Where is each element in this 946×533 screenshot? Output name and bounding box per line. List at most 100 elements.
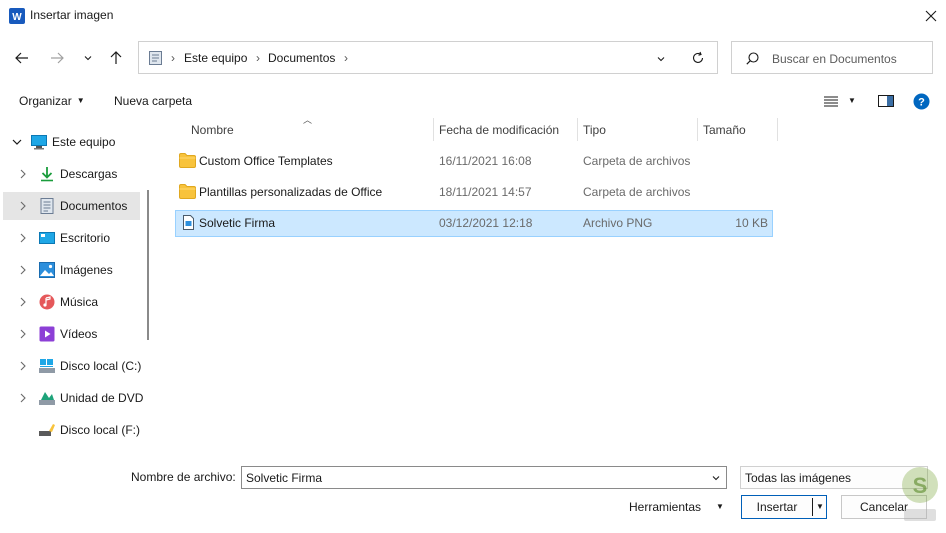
sidebar-item-disco-f[interactable]: Disco local (F:) — [3, 416, 140, 444]
sort-ascending-icon: ︿ — [303, 115, 313, 125]
file-row-custom-office-templates[interactable]: Custom Office Templates 16/11/2021 16:08… — [175, 148, 773, 175]
column-divider[interactable] — [433, 118, 434, 141]
preview-pane-icon[interactable] — [878, 95, 894, 107]
computer-icon — [31, 135, 47, 150]
organize-label: Organizar — [19, 94, 72, 108]
arrow-up-icon — [110, 51, 122, 64]
sidebar-item-videos[interactable]: Vídeos — [3, 320, 140, 348]
sidebar-item-disco-c[interactable]: Disco local (C:) — [3, 352, 142, 380]
split-divider — [812, 498, 813, 516]
chevron-right-icon: › — [171, 51, 175, 65]
svg-text:W: W — [12, 12, 22, 23]
file-date: 16/11/2021 16:08 — [439, 154, 532, 168]
up-button[interactable] — [105, 47, 127, 69]
filename-label: Nombre de archivo: — [131, 470, 236, 484]
filename-input[interactable]: Solvetic Firma — [246, 471, 322, 485]
sidebar-item-label: Este equipo — [52, 135, 116, 149]
sidebar-item-label: Imágenes — [60, 263, 113, 277]
sidebar-item-descargas[interactable]: Descargas — [3, 160, 140, 188]
column-divider[interactable] — [697, 118, 698, 141]
file-type-filter-value: Todas las imágenes — [745, 471, 852, 485]
new-folder-label: Nueva carpeta — [114, 94, 193, 108]
insert-button[interactable]: Insertar ▼ — [741, 495, 827, 519]
documents-icon — [149, 51, 162, 65]
title-bar: W Insertar imagen — [0, 0, 946, 32]
close-icon[interactable] — [921, 6, 941, 26]
column-header-type[interactable]: Tipo — [583, 123, 606, 137]
sidebar-item-escritorio[interactable]: Escritorio — [3, 224, 140, 252]
solvetic-logo-watermark: S — [902, 467, 938, 521]
sidebar-scrollbar[interactable] — [147, 190, 149, 340]
sidebar-item-imagenes[interactable]: Imágenes — [3, 256, 140, 284]
chevron-right-icon[interactable] — [17, 167, 29, 181]
chevron-down-icon[interactable] — [11, 135, 23, 149]
column-header-size[interactable]: Tamaño — [703, 123, 746, 137]
word-app-icon: W — [9, 8, 25, 24]
refresh-icon[interactable] — [691, 51, 705, 65]
sidebar-item-label: Música — [60, 295, 99, 309]
breadcrumb-este-equipo[interactable]: Este equipo — [184, 51, 247, 65]
chevron-right-icon[interactable] — [17, 231, 29, 245]
chevron-down-icon[interactable] — [656, 54, 666, 64]
column-header-name[interactable]: Nombre — [191, 123, 234, 137]
chevron-right-icon[interactable] — [17, 359, 29, 373]
tools-label: Herramientas — [629, 500, 702, 514]
sidebar-item-label: Unidad de DVD — [60, 391, 144, 405]
file-name: Custom Office Templates — [199, 154, 333, 168]
search-box[interactable]: Buscar en Documentos — [731, 41, 933, 74]
sidebar-item-label: Disco local (F:) — [60, 423, 141, 437]
chevron-down-icon — [84, 56, 92, 61]
dvd-icon — [39, 392, 55, 405]
view-list-icon[interactable] — [824, 96, 838, 107]
column-divider[interactable] — [577, 118, 578, 141]
file-name: Solvetic Firma — [199, 216, 276, 230]
help-icon[interactable]: ? — [913, 93, 930, 110]
chevron-right-icon[interactable] — [17, 295, 29, 309]
videos-icon — [39, 326, 55, 342]
file-type: Carpeta de archivos — [583, 185, 691, 199]
chevron-right-icon[interactable]: › — [344, 51, 348, 65]
file-type: Archivo PNG — [583, 216, 653, 230]
chevron-right-icon[interactable] — [17, 199, 29, 213]
download-icon — [41, 167, 53, 182]
search-icon — [746, 52, 759, 65]
sidebar-item-dvd[interactable]: Unidad de DVD — [3, 384, 144, 412]
column-header-date[interactable]: Fecha de modificación — [439, 123, 559, 137]
forward-button[interactable] — [46, 47, 68, 69]
filename-combobox[interactable]: Solvetic Firma — [241, 466, 727, 489]
organize-menu[interactable]: Organizar ▼ — [19, 94, 85, 108]
usb-drive-icon — [39, 424, 55, 436]
breadcrumb-documentos[interactable]: Documentos — [268, 51, 335, 65]
chevron-down-icon[interactable] — [711, 473, 721, 483]
address-bar[interactable]: › Este equipo › Documentos › — [138, 41, 718, 74]
tools-menu[interactable]: Herramientas ▼ — [629, 500, 724, 514]
sidebar-item-documentos[interactable]: Documentos — [3, 192, 140, 220]
arrow-left-icon — [15, 52, 28, 64]
column-divider[interactable] — [777, 118, 778, 141]
back-button[interactable] — [11, 47, 33, 69]
arrow-right-icon — [51, 52, 64, 64]
image-file-icon — [183, 215, 194, 230]
sidebar-item-label: Documentos — [60, 199, 128, 213]
folder-icon — [179, 153, 196, 168]
file-row-plantillas-personalizadas[interactable]: Plantillas personalizadas de Office 18/1… — [175, 179, 773, 206]
insert-options-caret-icon[interactable]: ▼ — [814, 496, 826, 518]
file-row-solvetic-firma[interactable]: Solvetic Firma 03/12/2021 12:18 Archivo … — [175, 210, 773, 237]
chevron-right-icon: › — [256, 51, 260, 65]
new-folder-button[interactable]: Nueva carpeta — [114, 94, 192, 108]
recent-locations-button[interactable] — [77, 47, 99, 69]
sidebar-item-label: Descargas — [60, 167, 118, 181]
chevron-right-icon[interactable] — [17, 391, 29, 405]
chevron-right-icon[interactable] — [17, 327, 29, 341]
sidebar-item-label: Disco local (C:) — [60, 359, 142, 373]
window-title: Insertar imagen — [30, 8, 114, 22]
sidebar-item-este-equipo[interactable]: Este equipo — [3, 128, 140, 156]
documents-icon — [40, 198, 54, 214]
chevron-right-icon[interactable] — [17, 263, 29, 277]
search-input[interactable]: Buscar en Documentos — [772, 52, 897, 66]
view-options-caret-icon[interactable]: ▼ — [848, 96, 856, 105]
music-icon — [39, 294, 55, 310]
pictures-icon — [39, 262, 55, 278]
desktop-icon — [39, 232, 55, 244]
sidebar-item-musica[interactable]: Música — [3, 288, 140, 316]
